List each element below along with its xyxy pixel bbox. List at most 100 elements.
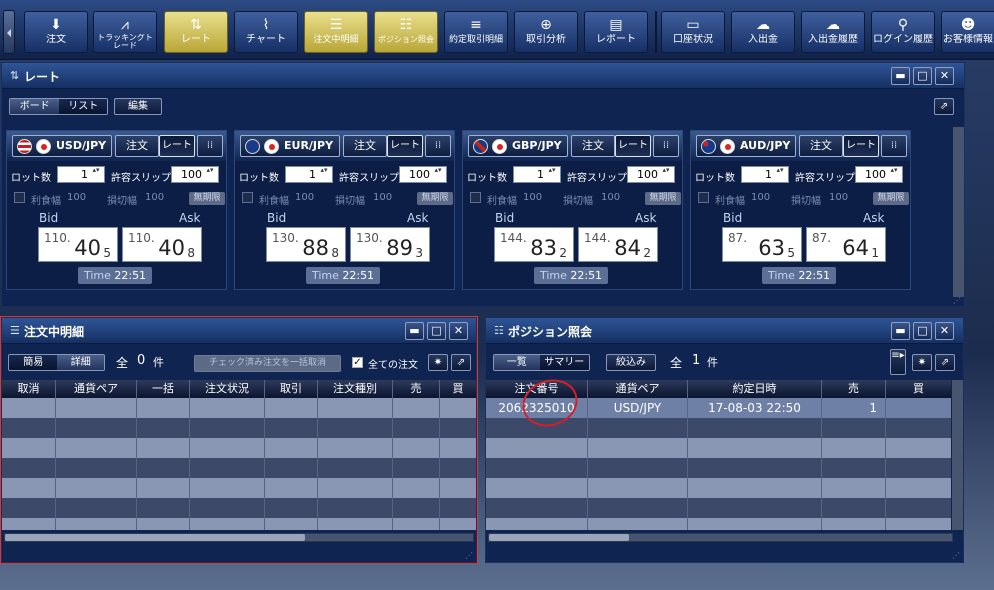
- position-table-scrollbar[interactable]: [488, 533, 953, 542]
- list-view-tab[interactable]: リスト: [59, 99, 107, 114]
- position-inquiry-button[interactable]: ☷ ポジション照会: [374, 11, 438, 53]
- drag-grip-icon[interactable]: ⁞⁞: [653, 135, 679, 157]
- settings-gear-icon[interactable]: ✷: [912, 354, 932, 371]
- card-rate-button[interactable]: レート: [615, 135, 651, 157]
- minimize-button[interactable]: ▬: [405, 322, 424, 340]
- lot-stepper[interactable]: 1: [741, 166, 789, 183]
- edit-button[interactable]: 編集: [114, 98, 162, 115]
- slip-stepper[interactable]: 100: [627, 166, 675, 183]
- popout-icon[interactable]: ⇗: [935, 354, 955, 371]
- position-panel: ☷ ポジション照会 ▬ □ ✕ 一覧 サマリー 絞込み 全 1 件 ≡▸ ✷ ⇗…: [485, 317, 964, 563]
- card-order-button[interactable]: 注文: [343, 135, 387, 157]
- order-details-button[interactable]: ☰ 注文中明細: [304, 11, 368, 53]
- ask-price-button[interactable]: 130. 89 3: [350, 227, 430, 262]
- execution-details-button[interactable]: ≡ 約定取引明細: [444, 11, 508, 53]
- summary-view-tab[interactable]: サマリー: [539, 355, 589, 370]
- popout-icon[interactable]: ⇗: [451, 354, 471, 371]
- filter-button[interactable]: 絞込み: [606, 354, 656, 371]
- list-view-tab[interactable]: 一覧: [494, 355, 540, 370]
- order-panel-titlebar[interactable]: ☰ 注文中明細 ▬ □ ✕: [2, 318, 476, 344]
- download-arrow-icon: ⬇: [50, 17, 62, 33]
- login-history-button[interactable]: ⚲ ログイン履歴: [871, 11, 935, 53]
- trade-analysis-button[interactable]: ⊕ 取引分析: [514, 11, 578, 53]
- simple-view-tab[interactable]: 簡易: [9, 355, 58, 370]
- lot-stepper[interactable]: 1: [285, 166, 333, 183]
- bid-price-button[interactable]: 130. 88 8: [266, 227, 346, 262]
- table-row: [486, 498, 951, 518]
- card-rate-button[interactable]: レート: [387, 135, 423, 157]
- maximize-button[interactable]: □: [427, 322, 446, 340]
- close-button[interactable]: ✕: [449, 322, 468, 340]
- currency-pair-button[interactable]: AUD/JPY: [696, 135, 796, 157]
- crosshair-icon: ⊕: [540, 17, 552, 33]
- minimize-button[interactable]: ▬: [891, 67, 910, 85]
- lot-stepper[interactable]: 1: [57, 166, 105, 183]
- currency-pair-button[interactable]: GBP/JPY: [468, 135, 568, 157]
- account-status-button[interactable]: ▭ 口座状況: [661, 11, 725, 53]
- card-rate-button[interactable]: レート: [843, 135, 879, 157]
- stop-checkbox[interactable]: [242, 192, 253, 203]
- time-badge: Time 22:51: [534, 267, 608, 284]
- unlimited-badge: 無期限: [645, 192, 681, 205]
- popout-icon[interactable]: ⇗: [934, 98, 954, 115]
- close-button[interactable]: ✕: [935, 322, 954, 340]
- stop-checkbox[interactable]: [14, 192, 25, 203]
- drag-grip-icon[interactable]: ⁞⁞: [197, 135, 223, 157]
- settings-gear-icon[interactable]: ✷: [428, 354, 448, 371]
- lot-stepper[interactable]: 1: [513, 166, 561, 183]
- currency-pair-button[interactable]: EUR/JPY: [240, 135, 340, 157]
- report-button[interactable]: ▤ レポート: [584, 11, 648, 53]
- order-button[interactable]: ⬇ 注文: [24, 11, 88, 53]
- drag-grip-icon[interactable]: ⁞⁞: [881, 135, 907, 157]
- stop-checkbox[interactable]: [698, 192, 709, 203]
- maximize-button[interactable]: □: [913, 322, 932, 340]
- position-table-vscroll[interactable]: [952, 380, 963, 530]
- deposit-history-button[interactable]: ☁ 入出金履歴: [801, 11, 865, 53]
- position-panel-title: ポジション照会: [508, 325, 593, 339]
- rate-panel-titlebar[interactable]: ⇅ レート ▬ □ ✕: [2, 63, 964, 89]
- ask-price-button[interactable]: 87. 64 1: [806, 227, 886, 262]
- jp-flag-icon: [720, 139, 735, 154]
- position-panel-titlebar[interactable]: ☷ ポジション照会 ▬ □ ✕: [486, 318, 963, 344]
- minimize-button[interactable]: ▬: [891, 322, 910, 340]
- card-rate-button[interactable]: レート: [159, 135, 195, 157]
- card-order-button[interactable]: 注文: [571, 135, 615, 157]
- tracking-trade-button[interactable]: ⩘ トラッキングトレード: [93, 11, 157, 53]
- slip-stepper[interactable]: 100: [171, 166, 219, 183]
- drag-grip-icon[interactable]: ⁞⁞: [425, 135, 451, 157]
- board-view-tab[interactable]: ボード: [10, 99, 60, 114]
- ask-price-button[interactable]: 110. 40 8: [122, 227, 202, 262]
- order-panel-icon: ☰: [10, 324, 20, 337]
- all-orders-checkbox[interactable]: ✓: [352, 357, 363, 368]
- card-order-button[interactable]: 注文: [115, 135, 159, 157]
- deposit-withdraw-button[interactable]: ☁ 入出金: [731, 11, 795, 53]
- table-row: [2, 478, 476, 498]
- unlimited-badge: 無期限: [189, 192, 225, 205]
- bid-price-button[interactable]: 87. 63 5: [722, 227, 802, 262]
- rate-panel-scrollbar[interactable]: [953, 127, 964, 297]
- bulk-cancel-button[interactable]: チェック済み注文を一括取消: [194, 355, 341, 372]
- resize-grip-icon[interactable]: ⋰: [952, 551, 962, 561]
- order-table-scrollbar[interactable]: [4, 533, 474, 542]
- maximize-button[interactable]: □: [913, 67, 932, 85]
- column-menu-icon[interactable]: ≡▸: [890, 349, 906, 375]
- rate-button[interactable]: ⇅ レート: [164, 11, 228, 53]
- close-button[interactable]: ✕: [935, 67, 954, 85]
- slip-stepper[interactable]: 100: [855, 166, 903, 183]
- resize-grip-icon[interactable]: ⋰: [465, 551, 475, 561]
- rate-arrows-icon: ⇅: [190, 17, 202, 33]
- table-row: [2, 438, 476, 458]
- detail-view-tab[interactable]: 詳細: [57, 355, 104, 370]
- customer-info-button[interactable]: ☻ お客様情報: [941, 11, 994, 53]
- bid-price-button[interactable]: 110. 40 5: [38, 227, 118, 262]
- bid-price-button[interactable]: 144. 83 2: [494, 227, 574, 262]
- chart-button[interactable]: ⌇ チャート: [234, 11, 298, 53]
- stop-checkbox[interactable]: [470, 192, 481, 203]
- ask-price-button[interactable]: 144. 84 2: [578, 227, 658, 262]
- slip-stepper[interactable]: 100: [399, 166, 447, 183]
- currency-pair-button[interactable]: USD/JPY: [12, 135, 112, 157]
- card-order-button[interactable]: 注文: [799, 135, 843, 157]
- resize-grip-icon[interactable]: ⋰: [953, 296, 963, 306]
- toolbar-collapse-handle[interactable]: [3, 10, 15, 54]
- rate-panel-title: レート: [24, 70, 61, 84]
